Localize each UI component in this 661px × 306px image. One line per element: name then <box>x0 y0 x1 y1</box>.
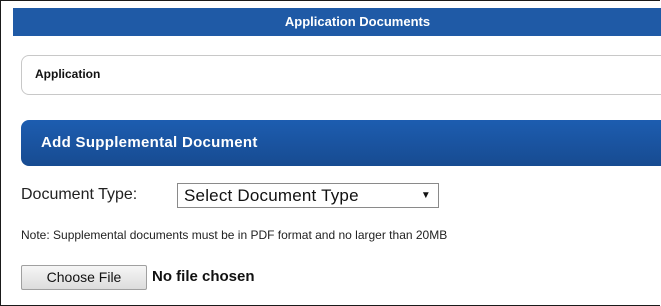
add-supplemental-document-header: Add Supplemental Document <box>21 120 661 166</box>
document-type-select[interactable]: Select Document Type ▼ <box>177 183 439 208</box>
choose-file-button[interactable]: Choose File <box>21 265 147 290</box>
application-section-label: Application <box>35 67 101 81</box>
document-type-selected-value: Select Document Type <box>184 186 359 205</box>
choose-file-button-label: Choose File <box>46 269 122 285</box>
file-status-text: No file chosen <box>152 268 255 285</box>
add-supplemental-document-title: Add Supplemental Document <box>41 134 258 151</box>
panel-title: Application Documents <box>284 14 431 29</box>
upload-note: Note: Supplemental documents must be in … <box>21 228 448 242</box>
application-section[interactable]: Application <box>21 55 661 95</box>
document-type-label: Document Type: <box>21 186 138 203</box>
document-panel: Application Documents Application Add Su… <box>0 0 661 306</box>
dropdown-arrow-icon: ▼ <box>420 190 431 201</box>
panel-title-bar: Application Documents <box>13 8 661 36</box>
